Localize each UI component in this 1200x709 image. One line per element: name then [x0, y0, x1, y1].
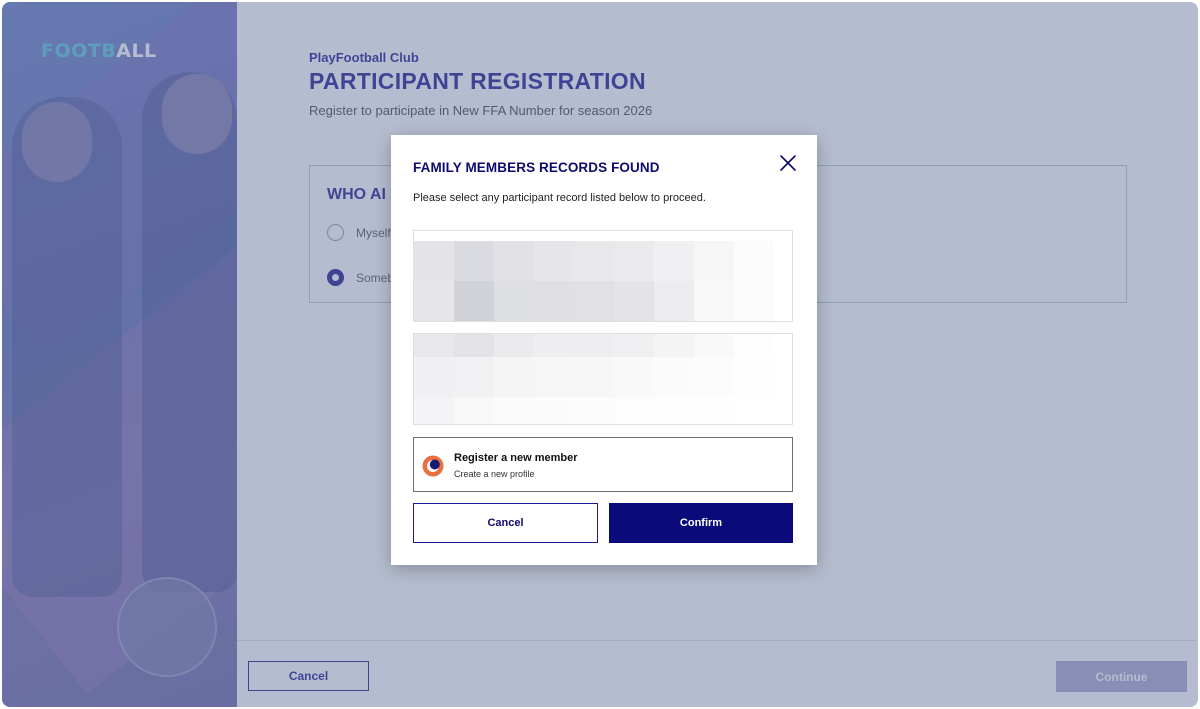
- close-icon[interactable]: [777, 152, 799, 174]
- family-records-modal: FAMILY MEMBERS RECORDS FOUND Please sele…: [391, 135, 817, 565]
- modal-confirm-button[interactable]: Confirm: [609, 503, 793, 543]
- blurred-record-image: [414, 334, 774, 424]
- modal-title: FAMILY MEMBERS RECORDS FOUND: [413, 160, 660, 175]
- new-member-title: Register a new member: [454, 452, 578, 464]
- blurred-record-image: [414, 241, 774, 321]
- participant-record-2[interactable]: [413, 333, 793, 425]
- modal-description: Please select any participant record lis…: [413, 192, 706, 204]
- new-member-subtitle: Create a new profile: [454, 469, 535, 479]
- app-window: FOOTBALL PlayFootball Club PARTICIPANT R…: [2, 2, 1198, 707]
- new-member-icon: [422, 455, 444, 477]
- participant-record-1[interactable]: [413, 230, 793, 322]
- register-new-member-option[interactable]: Register a new member Create a new profi…: [413, 437, 793, 492]
- modal-cancel-button[interactable]: Cancel: [413, 503, 598, 543]
